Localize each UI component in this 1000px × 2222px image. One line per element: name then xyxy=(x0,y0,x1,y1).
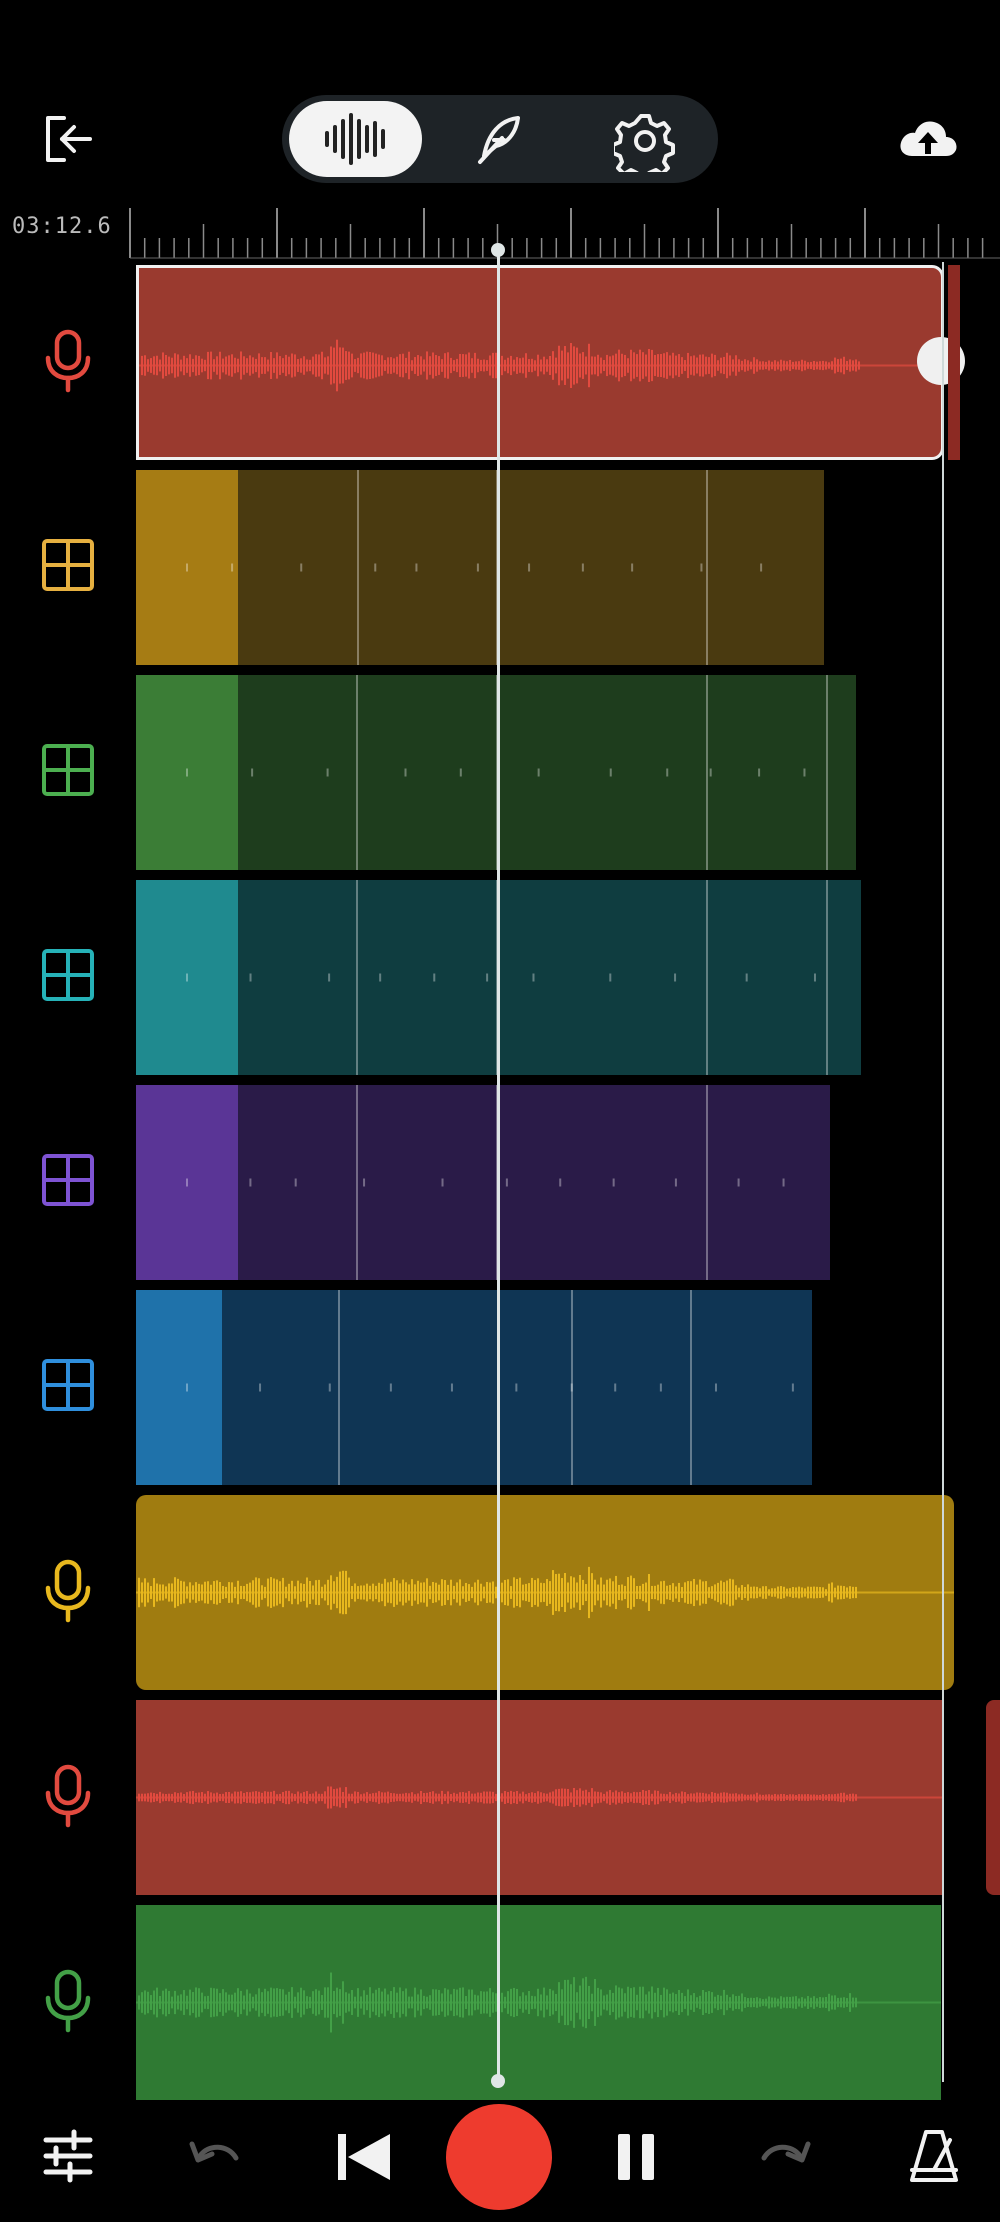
audio-waveform xyxy=(136,1972,941,2033)
audio-clip[interactable] xyxy=(136,1495,954,1690)
pattern-notes xyxy=(186,1383,794,1392)
gear-icon[interactable] xyxy=(611,110,676,182)
pattern-clip[interactable] xyxy=(136,1290,812,1485)
microphone-icon[interactable] xyxy=(30,1962,106,2038)
cloud-upload-icon[interactable] xyxy=(896,112,960,166)
microphone-icon[interactable] xyxy=(30,322,106,398)
mixer-sliders-icon[interactable] xyxy=(40,2128,96,2184)
exit-icon[interactable] xyxy=(34,108,96,170)
pattern-notes xyxy=(186,563,763,572)
pattern-notes xyxy=(186,768,806,777)
time-readout: 03:12.6 xyxy=(12,214,112,239)
undo-icon[interactable] xyxy=(186,2132,244,2182)
microphone-icon[interactable] xyxy=(30,1552,106,1628)
playhead-knob-bottom[interactable] xyxy=(491,2074,505,2088)
grid-icon[interactable] xyxy=(30,1142,106,1218)
redo-icon[interactable] xyxy=(756,2132,814,2182)
mode-waveform-tab[interactable] xyxy=(289,101,422,177)
waveform-icon xyxy=(325,113,385,165)
grid-icon[interactable] xyxy=(30,527,106,603)
skip-to-start-icon[interactable] xyxy=(334,2130,394,2184)
audio-waveform xyxy=(136,1786,944,1809)
pattern-clip[interactable] xyxy=(136,675,856,870)
quill-icon[interactable] xyxy=(470,110,530,170)
audio-clip[interactable] xyxy=(136,1905,941,2100)
playhead-knob-top[interactable] xyxy=(491,243,505,257)
playhead[interactable] xyxy=(497,245,500,2085)
audio-waveform xyxy=(136,1566,954,1619)
pattern-clip[interactable] xyxy=(136,1085,830,1280)
record-button[interactable] xyxy=(444,2102,554,2212)
audio-clip[interactable] xyxy=(136,1700,944,1895)
pause-icon[interactable] xyxy=(612,2130,662,2184)
track-end-strip xyxy=(986,1700,1000,1895)
grid-icon[interactable] xyxy=(30,732,106,808)
audio-clip[interactable] xyxy=(136,265,944,460)
audio-waveform xyxy=(139,339,941,392)
pattern-notes xyxy=(186,1178,785,1187)
top-bar xyxy=(0,0,1000,200)
track-end-strip xyxy=(948,265,960,460)
metronome-icon[interactable] xyxy=(904,2126,964,2186)
microphone-icon[interactable] xyxy=(30,1757,106,1833)
pattern-clip[interactable] xyxy=(136,470,824,665)
track-area[interactable] xyxy=(0,260,1000,2100)
grid-icon[interactable] xyxy=(30,937,106,1013)
transport-bar xyxy=(0,2090,1000,2222)
loop-end-marker[interactable] xyxy=(942,262,944,2082)
grid-icon[interactable] xyxy=(30,1347,106,1423)
